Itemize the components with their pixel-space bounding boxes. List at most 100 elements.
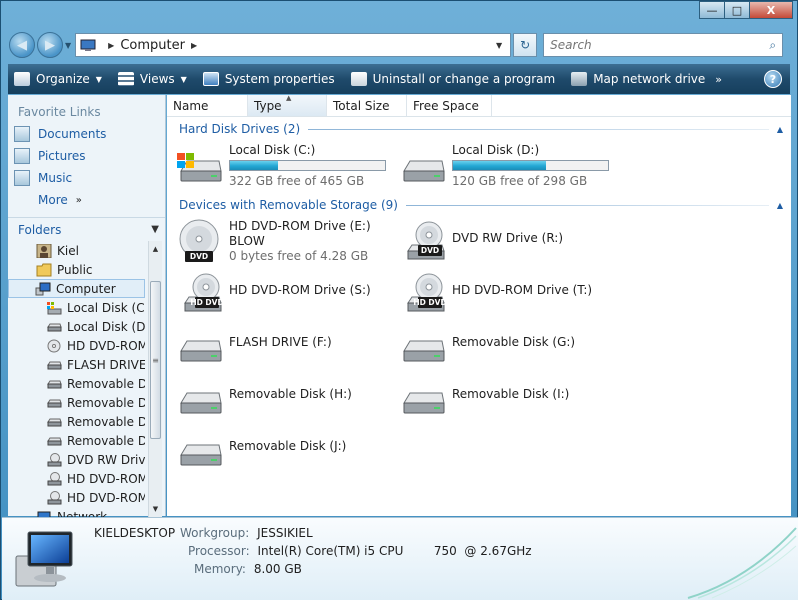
folder-tree-label: Local Disk (C:) <box>67 300 145 315</box>
network-icon <box>36 510 52 517</box>
system-properties-label: System properties <box>224 72 335 86</box>
device-item[interactable]: HD DVD HD DVD-ROM Drive (T:) <box>398 269 592 319</box>
folder-tree-item[interactable]: HD DVD-ROM <box>8 336 145 355</box>
help-button[interactable]: ? <box>764 70 782 88</box>
folder-tree-label: Network <box>57 509 108 518</box>
address-dropdown-icon[interactable]: ▼ <box>496 41 502 50</box>
folder-tree-item[interactable]: Local Disk (D:) <box>8 317 145 336</box>
processor-row: Processor: Intel(R) Core(TM) i5 CPU 750 … <box>188 544 532 558</box>
device-name: DVD RW Drive (R:) <box>452 231 564 245</box>
close-button[interactable]: X <box>749 1 793 19</box>
svg-text:DVD: DVD <box>190 252 208 261</box>
column-name[interactable]: Name <box>167 95 248 116</box>
organize-button[interactable]: Organize ▼ <box>14 72 102 86</box>
column-label: Total Size <box>333 99 390 113</box>
favorite-label: Music <box>38 171 73 185</box>
folder-tree-item[interactable]: HD DVD-ROM <box>8 469 145 488</box>
group-removable-storage[interactable]: Devices with Removable Storage (9) ▲ <box>167 193 791 217</box>
column-type[interactable]: ▲ Type <box>248 94 327 116</box>
folder-tree-item[interactable]: DVD RW Drive <box>8 450 145 469</box>
folder-tree-item[interactable]: Public <box>8 260 145 279</box>
recent-pages-dropdown[interactable]: ▼ <box>65 41 71 50</box>
search-input[interactable] <box>550 38 770 52</box>
group-hard-disks[interactable]: Hard Disk Drives (2) ▲ <box>167 117 791 141</box>
hddvd-drive-icon <box>46 471 62 486</box>
forward-button[interactable]: ▶ <box>37 32 63 58</box>
chevron-down-icon: ▼ <box>180 74 187 84</box>
folder-tree-item[interactable]: HD DVD-ROM <box>8 488 145 507</box>
folder-tree-item[interactable]: Kiel <box>8 241 145 260</box>
navigation-bar: ◀ ▶ ▼ ▶ Computer ▶ ▼ ↻ ⌕ <box>9 31 789 59</box>
map-network-drive-button[interactable]: Map network drive <box>571 72 705 86</box>
device-item[interactable]: FLASH DRIVE (F:) <box>175 321 332 371</box>
documents-icon <box>14 126 30 142</box>
device-item[interactable]: HD DVD HD DVD-ROM Drive (S:) <box>175 269 371 319</box>
decorative-swoosh <box>687 527 797 599</box>
search-icon[interactable]: ⌕ <box>769 38 776 53</box>
removable-drive-icon <box>175 425 225 475</box>
scroll-up-icon[interactable]: ▲ <box>149 241 162 257</box>
system-properties-button[interactable]: System properties <box>202 72 335 86</box>
search-box[interactable]: ⌕ <box>543 33 784 57</box>
refresh-button[interactable]: ↻ <box>513 33 538 57</box>
folder-tree-item[interactable]: Local Disk (C:) <box>8 298 145 317</box>
favorite-label: Pictures <box>38 149 86 163</box>
scroll-thumb[interactable]: ≡ <box>150 281 161 439</box>
scroll-down-icon[interactable]: ▼ <box>149 501 162 517</box>
favorite-music[interactable]: Music <box>8 167 165 189</box>
collapse-group-icon[interactable]: ▲ <box>777 125 783 134</box>
back-button[interactable]: ◀ <box>9 32 35 58</box>
breadcrumb-separator-icon[interactable]: ▶ <box>108 41 114 50</box>
column-label: Free Space <box>413 99 479 113</box>
views-button[interactable]: Views ▼ <box>117 72 187 86</box>
device-item[interactable]: Removable Disk (H:) <box>175 373 352 423</box>
folder-tree-item[interactable]: Removable Dis <box>8 412 145 431</box>
breadcrumb-separator-icon[interactable]: ▶ <box>191 41 197 50</box>
favorite-more[interactable]: More » <box>8 189 165 211</box>
folders-header[interactable]: Folders ▼ <box>8 217 165 241</box>
device-item[interactable]: Removable Disk (J:) <box>175 425 346 475</box>
group-title: Hard Disk Drives (2) <box>179 122 301 136</box>
drive-name: Local Disk (C:) <box>229 143 316 157</box>
folders-title: Folders <box>18 222 62 237</box>
device-name: HD DVD-ROM Drive (T:) <box>452 283 593 297</box>
folder-tree-item[interactable]: Removable Dis <box>8 393 145 412</box>
address-bar[interactable]: ▶ Computer ▶ ▼ <box>75 33 512 57</box>
collapse-group-icon[interactable]: ▲ <box>777 201 783 210</box>
device-name: Removable Disk (G:) <box>452 335 576 349</box>
drive-d[interactable]: Local Disk (D:) 120 GB free of 298 GB <box>398 141 609 191</box>
folder-tree-scrollbar[interactable]: ▲ ≡ ▼ <box>148 241 162 517</box>
chevron-down-icon: ▼ <box>151 224 159 235</box>
breadcrumb-computer[interactable]: Computer <box>120 38 185 53</box>
device-item[interactable]: Removable Disk (I:) <box>398 373 569 423</box>
favorite-pictures[interactable]: Pictures <box>8 145 165 167</box>
folder-tree-item[interactable]: Computer <box>8 279 145 298</box>
network-drive-icon <box>571 72 588 86</box>
drive-c[interactable]: Local Disk (C:) 322 GB free of 465 GB <box>175 141 386 191</box>
folder-tree-item[interactable]: Network <box>8 507 145 517</box>
column-free-space[interactable]: Free Space <box>407 95 492 116</box>
folder-tree-item[interactable]: Removable Dis <box>8 374 145 393</box>
minimize-button[interactable]: — <box>699 1 725 19</box>
uninstall-program-button[interactable]: Uninstall or change a program <box>350 72 555 86</box>
device-name: Removable Disk (I:) <box>452 387 570 401</box>
folder-tree-item[interactable]: FLASH DRIVE ( <box>8 355 145 374</box>
device-name: HD DVD-ROM Drive (S:) <box>229 283 371 297</box>
windows-drive-icon <box>46 301 62 315</box>
removable-drive-icon <box>46 415 62 429</box>
favorite-label: More <box>38 193 68 207</box>
device-item[interactable]: Removable Disk (G:) <box>398 321 575 371</box>
more-commands-button[interactable]: » <box>715 73 722 86</box>
hard-disk-list: Local Disk (C:) 322 GB free of 465 GB Lo… <box>167 141 791 193</box>
maximize-button[interactable]: □ <box>724 1 750 19</box>
drive-usage-bar <box>452 160 609 171</box>
folder-tree-item[interactable]: Removable Dis <box>8 431 145 450</box>
device-item[interactable]: DVD HD DVD-ROM Drive (E:) BLOW 0 bytes fre… <box>175 217 371 267</box>
removable-drive-icon <box>175 321 225 371</box>
disc-icon: DVD <box>175 217 225 267</box>
device-name: HD DVD-ROM Drive (E:) <box>229 219 371 233</box>
column-total-size[interactable]: Total Size <box>327 95 407 116</box>
device-item[interactable]: DVD DVD RW Drive (R:) <box>398 217 563 267</box>
favorite-documents[interactable]: Documents <box>8 123 165 145</box>
file-list: Name ▲ Type Total Size Free Space Hard Di… <box>167 94 791 516</box>
